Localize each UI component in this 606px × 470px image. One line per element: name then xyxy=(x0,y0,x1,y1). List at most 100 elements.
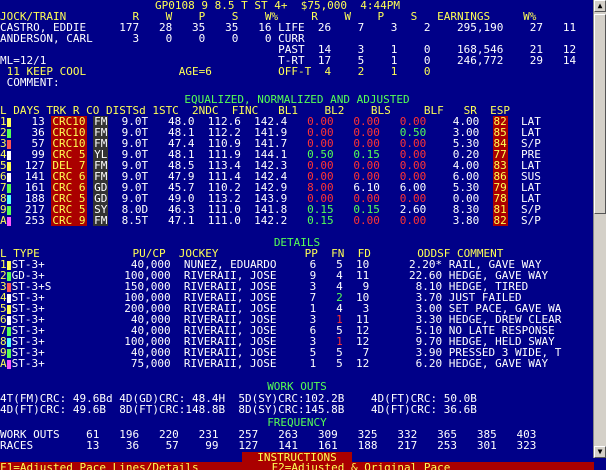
vertical-scrollbar[interactable]: ▲ ▼ xyxy=(593,0,606,458)
early-speed-pace: LAT xyxy=(521,182,541,193)
trip-comment: NO LATE RESPONSE xyxy=(448,325,555,336)
workouts-row-1: 4T(FM)CRC: 49.6Bd 4D(GD)CRC: 48.4H 5D(SY… xyxy=(0,393,477,404)
final-time: 141.8 xyxy=(240,204,288,215)
odds: 2.20* xyxy=(369,259,443,270)
race-row[interactable]: 4 99 CRC 5 YL 9.0T 48.1 111.9 144.1 0.50… xyxy=(0,149,606,160)
beaten-lengths-final: 4.00 xyxy=(426,116,480,127)
field-size: 3 xyxy=(342,303,370,314)
track-condition: FM xyxy=(93,171,109,182)
detail-row[interactable]: 3 ST-3+S 150,000 RIVERAII, JOSE 3 4 9 8.1… xyxy=(0,281,606,292)
race-type: ST-3+ xyxy=(11,336,98,347)
post-position: 1 xyxy=(303,303,317,314)
beaten-lengths-1: 0.50 xyxy=(287,149,334,160)
race-row[interactable]: 7 161 CRC 6 GD 9.0T 45.7 110.2 142.9 8.0… xyxy=(0,182,606,193)
race-row[interactable]: 1 13 CRC10 FM 9.0T 48.0 112.6 142.4 0.00… xyxy=(0,116,606,127)
detail-line-letter: 7 xyxy=(0,325,7,336)
days-since: 99 xyxy=(11,149,45,160)
line-color-marker xyxy=(6,337,11,347)
race-row[interactable]: 6 141 CRC 6 FM 9.0T 47.9 111.4 142.4 0.0… xyxy=(0,171,606,182)
odds: 8.10 xyxy=(369,281,443,292)
jockey-name: RIVERAII, JOSE xyxy=(183,347,304,358)
beaten-lengths-stretch: 2.60 xyxy=(379,204,427,215)
beaten-lengths-final: 0.20 xyxy=(426,149,480,160)
odds: 22.60 xyxy=(369,270,443,281)
track-code: CRC 9 xyxy=(51,215,87,226)
trainer-row: ANDERSON, CARL 3 0 0 0 0 CURR xyxy=(0,33,305,44)
first-call: 48.1 xyxy=(148,149,195,160)
detail-line-letter: 9 xyxy=(0,347,7,358)
distance: 8.0D xyxy=(108,204,149,215)
post-position: 9 xyxy=(303,270,317,281)
race-type: ST-3+S xyxy=(11,281,98,292)
detail-row[interactable]: 7 ST-3+ 40,000 RIVERAII, JOSE 6 5 12 5.10… xyxy=(0,325,606,336)
speed-rating: 84 xyxy=(492,138,508,149)
race-row[interactable]: A 253 CRC 9 FM 8.5T 47.1 111.0 142.2 0.1… xyxy=(0,215,606,226)
jockey-name: RIVERAII, JOSE xyxy=(183,336,304,347)
field-size: 10 xyxy=(342,259,370,270)
beaten-lengths-1: 0.00 xyxy=(287,127,334,138)
scroll-thumb[interactable] xyxy=(594,14,606,214)
line-color-marker xyxy=(6,282,11,292)
first-call: 47.1 xyxy=(148,215,195,226)
race-row[interactable]: 8 188 CRC 5 GD 9.0T 49.0 113.2 143.9 0.0… xyxy=(0,193,606,204)
early-speed-pace: S/P xyxy=(521,138,541,149)
beaten-lengths-2: 0.00 xyxy=(333,127,380,138)
beaten-lengths-1: 0.00 xyxy=(287,193,334,204)
early-speed-pace: SUS xyxy=(521,171,541,182)
second-call: 111.4 xyxy=(194,171,241,182)
second-call: 110.2 xyxy=(194,182,241,193)
line-color-marker xyxy=(6,150,11,160)
days-since: 253 xyxy=(11,215,45,226)
detail-row[interactable]: 8 ST-3+ 100,000 RIVERAII, JOSE 3 1 12 9.7… xyxy=(0,336,606,347)
race-type: ST-3+ xyxy=(11,325,98,336)
horse-name-row: 11 KEEP COOL AGE=6 OFF-T 4 2 1 0 xyxy=(0,66,431,77)
beaten-lengths-1: 0.00 xyxy=(287,171,334,182)
beaten-lengths-final: 4.00 xyxy=(426,160,480,171)
odds: 3.90 xyxy=(369,347,443,358)
odds: 5.10 xyxy=(369,325,443,336)
race-line-letter: 7 xyxy=(0,182,7,193)
purse-claim: 40,000 xyxy=(97,347,171,358)
early-speed-pace: LAT xyxy=(521,116,541,127)
track-condition: FM xyxy=(93,138,109,149)
detail-row[interactable]: 6 ST-3+ 40,000 RIVERAII, JOSE 3 1 11 3.30… xyxy=(0,314,606,325)
post-position: 6 xyxy=(303,259,317,270)
race-row[interactable]: 3 57 CRC10 FM 9.0T 47.4 110.9 141.7 0.00… xyxy=(0,138,606,149)
distance: 9.0T xyxy=(108,116,149,127)
first-call: 48.0 xyxy=(148,116,195,127)
detail-row[interactable]: 9 ST-3+ 40,000 RIVERAII, JOSE 5 5 7 3.90 … xyxy=(0,347,606,358)
race-row[interactable]: 2 36 CRC10 FM 9.0T 48.1 112.2 141.9 0.00… xyxy=(0,127,606,138)
detail-row[interactable]: 2 GD-3+ 100,000 RIVERAII, JOSE 9 4 11 22.… xyxy=(0,270,606,281)
beaten-lengths-final: 8.30 xyxy=(426,204,480,215)
race-info-line: GP0108 9 8.5 T ST 4+ $75,000 4:44PM xyxy=(155,0,401,11)
detail-line-letter: 8 xyxy=(0,336,7,347)
trip-comment: HEDGE, TIRED xyxy=(448,281,529,292)
purse-claim: 40,000 xyxy=(97,259,171,270)
track-condition: FM xyxy=(93,127,109,138)
speed-rating: 85 xyxy=(492,127,508,138)
race-line-letter: 3 xyxy=(0,138,7,149)
field-size: 11 xyxy=(342,270,370,281)
early-speed-pace: S/P xyxy=(521,204,541,215)
line-color-marker xyxy=(6,304,11,314)
days-since: 188 xyxy=(11,193,45,204)
early-speed-pace: PRE xyxy=(521,149,541,160)
final-time: 142.2 xyxy=(240,215,288,226)
track-condition: YL xyxy=(93,149,109,160)
detail-row[interactable]: 1 ST-3+ 40,000 NUNEZ, EDUARDO 6 5 10 2.20… xyxy=(0,259,606,270)
beaten-lengths-stretch: 0.50 xyxy=(379,127,427,138)
details-table-header: L TYPE PU/CP JOCKEY PP FN FD ODDSF COMME… xyxy=(0,248,504,259)
scroll-down-icon[interactable]: ▼ xyxy=(594,446,606,458)
detail-row[interactable]: 4 ST-3+ 100,000 RIVERAII, JOSE 7 2 10 3.7… xyxy=(0,292,606,303)
detail-row[interactable]: A ST-3+ 75,000 RIVERAII, JOSE 1 5 12 6.20… xyxy=(0,358,606,369)
finish-position: 5 xyxy=(316,325,343,336)
field-size: 12 xyxy=(342,336,370,347)
detail-line-letter: 1 xyxy=(0,259,7,270)
detail-row[interactable]: 5 ST-3+ 200,000 RIVERAII, JOSE 1 4 3 3.00… xyxy=(0,303,606,314)
race-row[interactable]: 9 217 CRC 5 SY 8.0D 46.3 111.0 141.8 0.1… xyxy=(0,204,606,215)
scroll-up-icon[interactable]: ▲ xyxy=(594,0,606,12)
line-color-marker xyxy=(6,216,11,226)
race-row[interactable]: 5 127 DEL 7 FM 9.0T 48.5 113.4 142.3 0.0… xyxy=(0,160,606,171)
distance: 8.5T xyxy=(108,215,149,226)
first-call: 45.7 xyxy=(148,182,195,193)
